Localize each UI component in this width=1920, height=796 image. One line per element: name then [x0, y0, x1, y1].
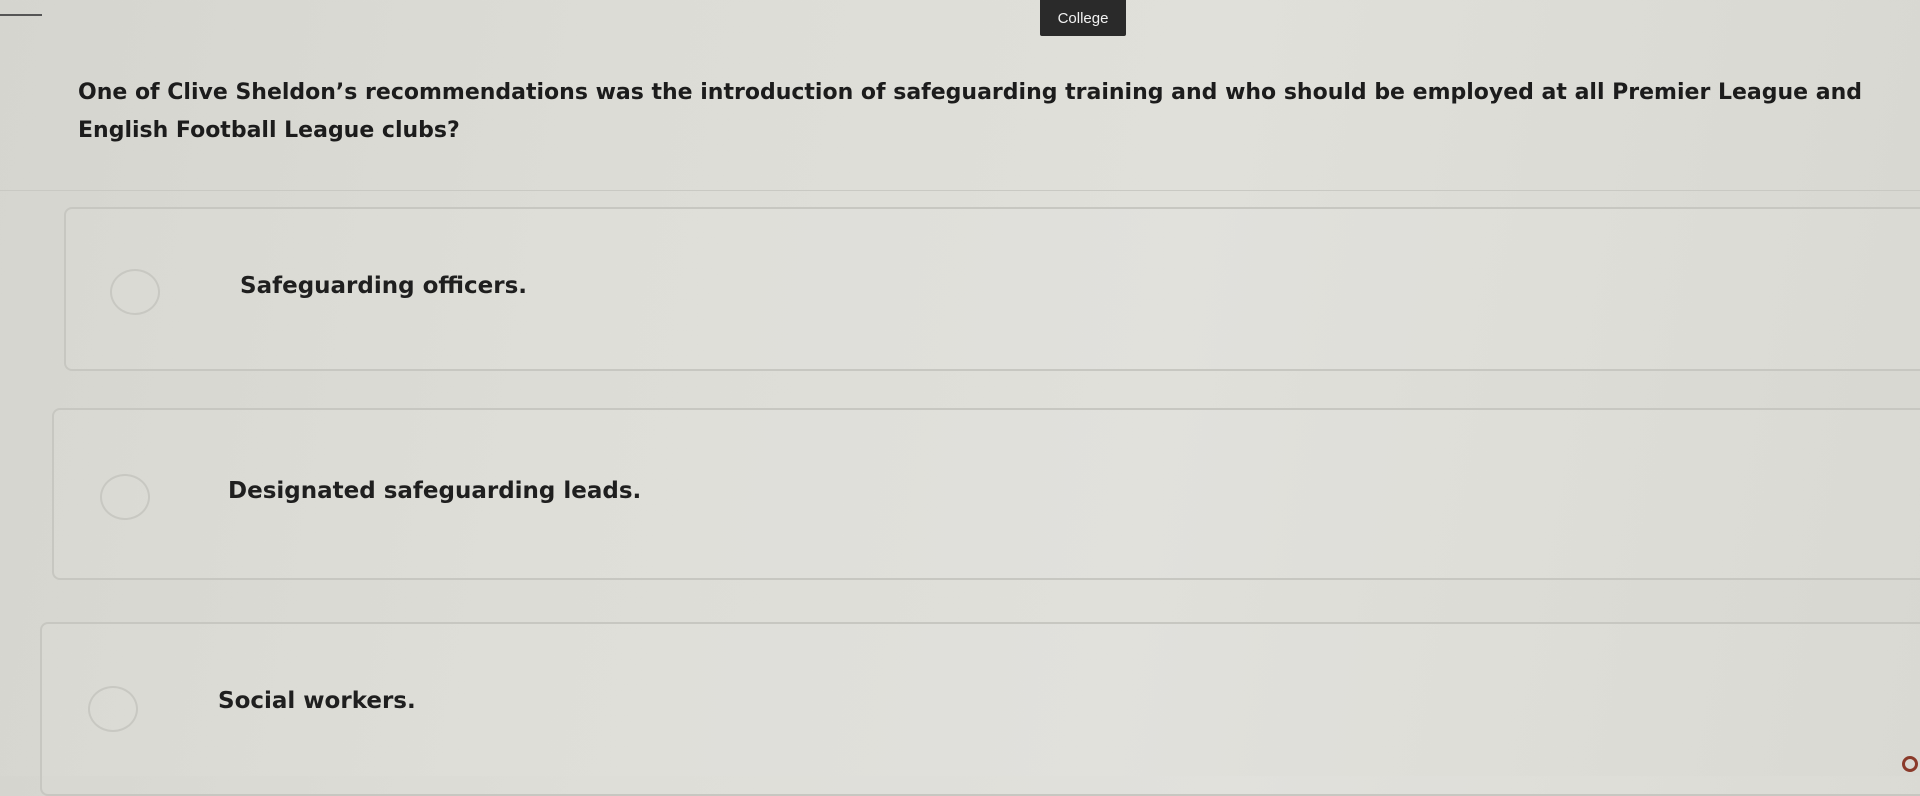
- answer-option-3[interactable]: Social workers.: [40, 622, 1920, 796]
- radio-button-icon[interactable]: [100, 474, 150, 520]
- radio-button-icon[interactable]: [88, 686, 138, 732]
- answer-option-label: Safeguarding officers.: [240, 273, 528, 299]
- answer-option-2[interactable]: Designated safeguarding leads.: [52, 408, 1920, 580]
- answer-option-label: Social workers.: [218, 688, 416, 714]
- answer-option-label: Designated safeguarding leads.: [228, 478, 642, 504]
- status-circle-icon[interactable]: [1902, 756, 1918, 772]
- answer-options: Safeguarding officers. Designated safegu…: [0, 0, 1920, 796]
- radio-button-icon[interactable]: [110, 269, 160, 315]
- answer-option-1[interactable]: Safeguarding officers.: [64, 207, 1920, 371]
